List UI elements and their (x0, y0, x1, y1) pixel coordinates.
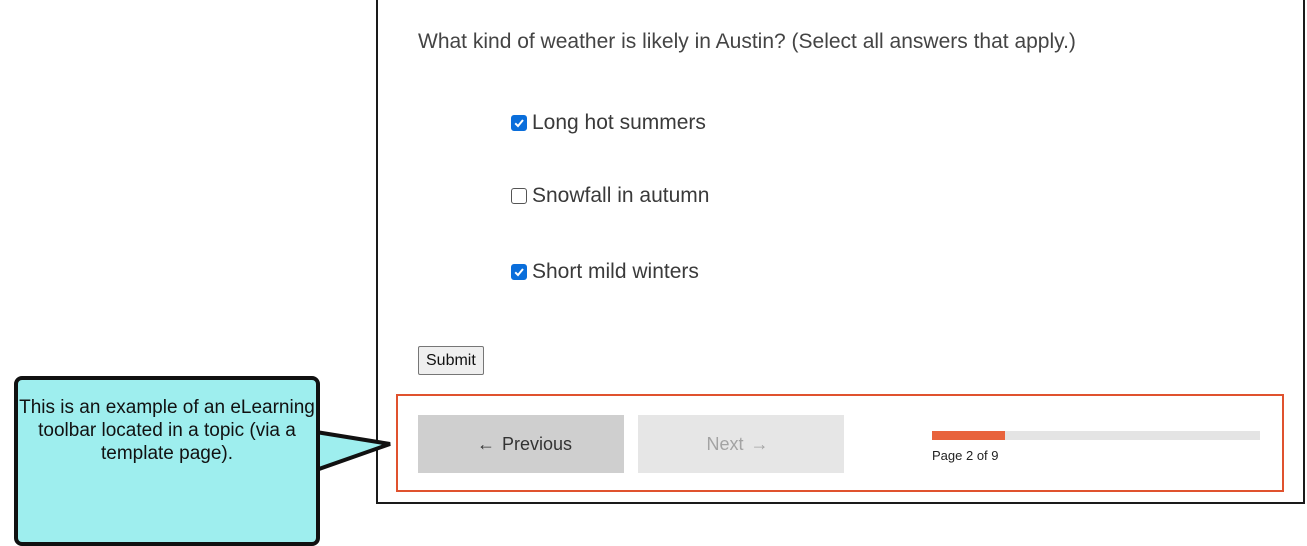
callout-text: This is an example of an eLearning toolb… (19, 397, 315, 464)
